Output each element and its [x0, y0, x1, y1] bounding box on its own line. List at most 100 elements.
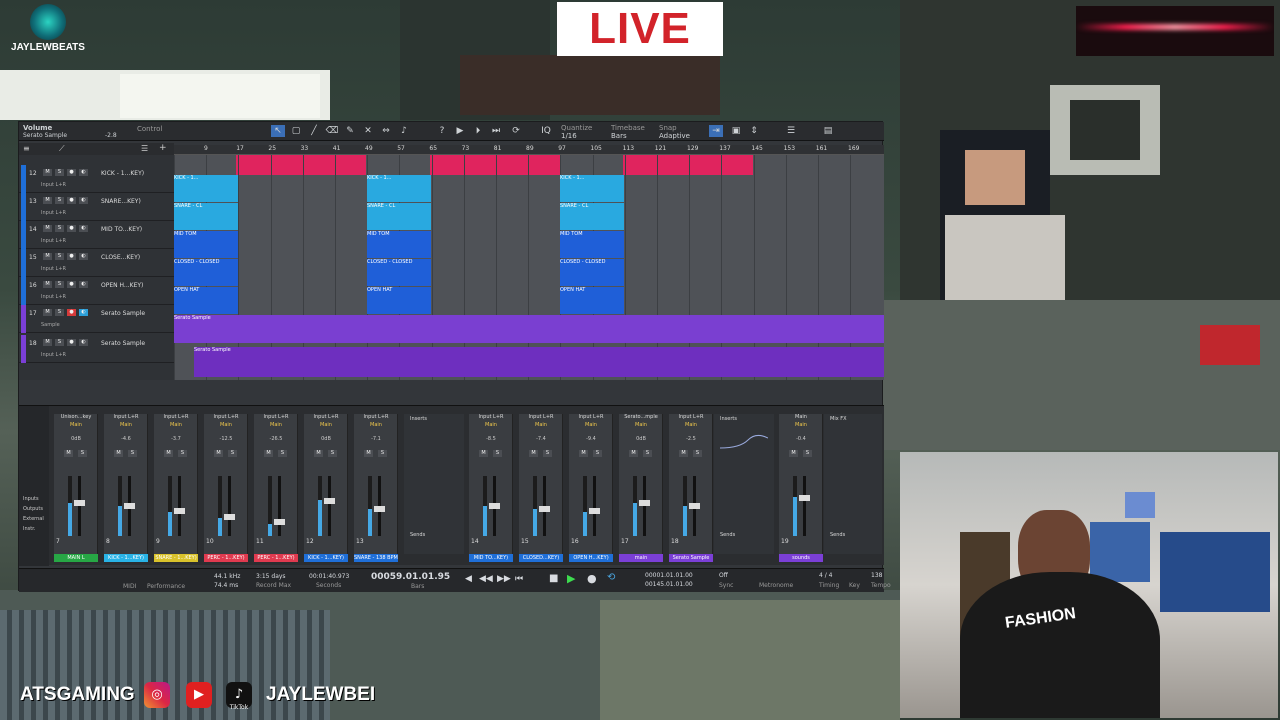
channel-input[interactable]: Main: [781, 414, 821, 420]
monitor-button[interactable]: ◐: [79, 197, 88, 204]
mixer-channel[interactable]: Unison...key Main 0dB M S 7 MAIN L: [54, 414, 98, 562]
channel-name[interactable]: MID TO...KEY): [469, 554, 513, 562]
channel-mute-button[interactable]: M: [579, 450, 588, 457]
track-name[interactable]: CLOSE...KEY): [101, 254, 140, 261]
save-icon[interactable]: ▤: [821, 125, 835, 137]
channel-output[interactable]: Main: [521, 422, 561, 428]
fader-handle[interactable]: [689, 503, 700, 509]
follow-icon[interactable]: ⏵: [471, 125, 485, 137]
channel-name[interactable]: CLOSED...KEY): [519, 554, 563, 562]
mute-button[interactable]: M: [43, 309, 52, 316]
record-arm-button[interactable]: ●: [67, 309, 76, 316]
channel-solo-button[interactable]: S: [643, 450, 652, 457]
track-row[interactable]: 14 M S ● ◐ MID TO...KEY) Input L+R: [19, 221, 174, 249]
sample-clip[interactable]: Serato Sample: [174, 315, 884, 343]
audio-clip[interactable]: OPEN HAT: [174, 287, 238, 314]
solo-button[interactable]: S: [55, 281, 64, 288]
mute-button[interactable]: M: [43, 197, 52, 204]
solo-button[interactable]: S: [55, 169, 64, 176]
monitor-button[interactable]: ◐: [79, 169, 88, 176]
track-header-value[interactable]: -2.8: [105, 132, 117, 139]
list-icon[interactable]: ☰: [141, 144, 148, 153]
channel-name[interactable]: Serato Sample: [669, 554, 713, 562]
channel-input[interactable]: Input L+R: [256, 414, 296, 420]
channel-input[interactable]: Input L+R: [671, 414, 711, 420]
stop-icon[interactable]: ■: [549, 573, 558, 584]
fader-handle[interactable]: [174, 508, 185, 514]
audio-clip[interactable]: MID TOM: [560, 231, 624, 258]
seconds-display[interactable]: 00:01:40.973: [309, 573, 349, 580]
channel-input[interactable]: Input L+R: [521, 414, 561, 420]
channel-output[interactable]: Main: [156, 422, 196, 428]
channel-solo-button[interactable]: S: [128, 450, 137, 457]
audio-clip[interactable]: CLOSED - CLOSED: [174, 259, 238, 286]
channel-solo-button[interactable]: S: [543, 450, 552, 457]
channel-solo-button[interactable]: S: [693, 450, 702, 457]
channel-output[interactable]: Main: [356, 422, 396, 428]
arrangement-view[interactable]: KICK - 1... KICK - 1... KICK - 1... SNARE -…: [174, 155, 884, 380]
track-row[interactable]: 12 M S ● ◐ KICK - 1...KEY) Input L+R: [19, 165, 174, 193]
channel-mute-button[interactable]: M: [214, 450, 223, 457]
mixer-nav-item[interactable]: Instr.: [23, 526, 35, 532]
channel-name[interactable]: MAIN L: [54, 554, 98, 562]
mixer-nav-item[interactable]: External: [23, 516, 44, 522]
channel-solo-button[interactable]: S: [378, 450, 387, 457]
track-name[interactable]: MID TO...KEY): [101, 226, 142, 233]
record-arm-button[interactable]: ●: [67, 197, 76, 204]
scroll-icon[interactable]: ⟳: [509, 125, 523, 137]
channel-solo-button[interactable]: S: [178, 450, 187, 457]
track-input[interactable]: Input L+R: [41, 210, 66, 216]
mixer-channel[interactable]: Input L+R Main -7.1 MS 13 SNARE - 138 BPM (UN…: [354, 414, 398, 562]
channel-input[interactable]: Serato...mple: [621, 414, 661, 420]
channel-mute-button[interactable]: M: [529, 450, 538, 457]
monitor-button[interactable]: ◐: [79, 225, 88, 232]
fader-handle[interactable]: [639, 500, 650, 506]
quantize-value[interactable]: 1/16: [561, 132, 577, 140]
solo-button[interactable]: S: [55, 253, 64, 260]
channel-output[interactable]: Main: [621, 422, 661, 428]
clip-pink[interactable]: [430, 155, 560, 175]
solo-button[interactable]: S: [55, 309, 64, 316]
mute-tool-icon[interactable]: ✕: [361, 125, 375, 137]
channel-solo-button[interactable]: S: [328, 450, 337, 457]
fast-forward-icon[interactable]: ▶▶: [497, 574, 511, 584]
channel-input[interactable]: Input L+R: [356, 414, 396, 420]
audio-clip[interactable]: OPEN HAT: [367, 287, 431, 314]
fader-handle[interactable]: [224, 514, 235, 520]
mute-button[interactable]: M: [43, 281, 52, 288]
record-arm-button[interactable]: ●: [67, 169, 76, 176]
zoom-icon[interactable]: ⇕: [747, 125, 761, 137]
channel-output[interactable]: Main: [56, 422, 96, 428]
eraser-tool-icon[interactable]: ⌫: [325, 125, 339, 137]
channel-output[interactable]: Main: [781, 422, 821, 428]
paint-tool-icon[interactable]: ✎: [343, 125, 357, 137]
fader-handle[interactable]: [324, 498, 335, 504]
mute-button[interactable]: M: [43, 339, 52, 346]
mute-button[interactable]: M: [43, 253, 52, 260]
fader-handle[interactable]: [489, 503, 500, 509]
record-arm-button[interactable]: ●: [67, 281, 76, 288]
sync-value[interactable]: Off: [719, 572, 728, 579]
channel-solo-button[interactable]: S: [803, 450, 812, 457]
clip-pink[interactable]: [623, 155, 753, 175]
audio-clip[interactable]: KICK - 1...: [560, 175, 624, 202]
clip-pink[interactable]: [236, 155, 366, 175]
track-name[interactable]: Serato Sample: [101, 340, 145, 347]
split-view-icon[interactable]: ▣: [729, 125, 743, 137]
channel-input[interactable]: Input L+R: [106, 414, 146, 420]
bars-display[interactable]: 00059.01.01.95: [371, 572, 450, 582]
solo-button[interactable]: S: [55, 197, 64, 204]
channel-input[interactable]: Input L+R: [206, 414, 246, 420]
channel-mute-button[interactable]: M: [789, 450, 798, 457]
snap-toggle-icon[interactable]: ⇥: [709, 125, 723, 137]
mixer-channel[interactable]: Input L+R Main -12.5 M S 10 PERC - 1...KEY): [204, 414, 248, 562]
loop-icon[interactable]: ⟲: [607, 572, 615, 583]
channel-output[interactable]: Main: [206, 422, 246, 428]
arrow-tool-icon[interactable]: ↖: [271, 125, 285, 137]
play-icon[interactable]: ▶: [567, 572, 575, 585]
monitor-button[interactable]: ◐: [79, 253, 88, 260]
track-name[interactable]: SNARE...KEY): [101, 198, 141, 205]
channel-solo-button[interactable]: S: [78, 450, 87, 457]
track-input[interactable]: Input L+R: [41, 238, 66, 244]
autoscroll-icon[interactable]: ▶: [453, 125, 467, 137]
